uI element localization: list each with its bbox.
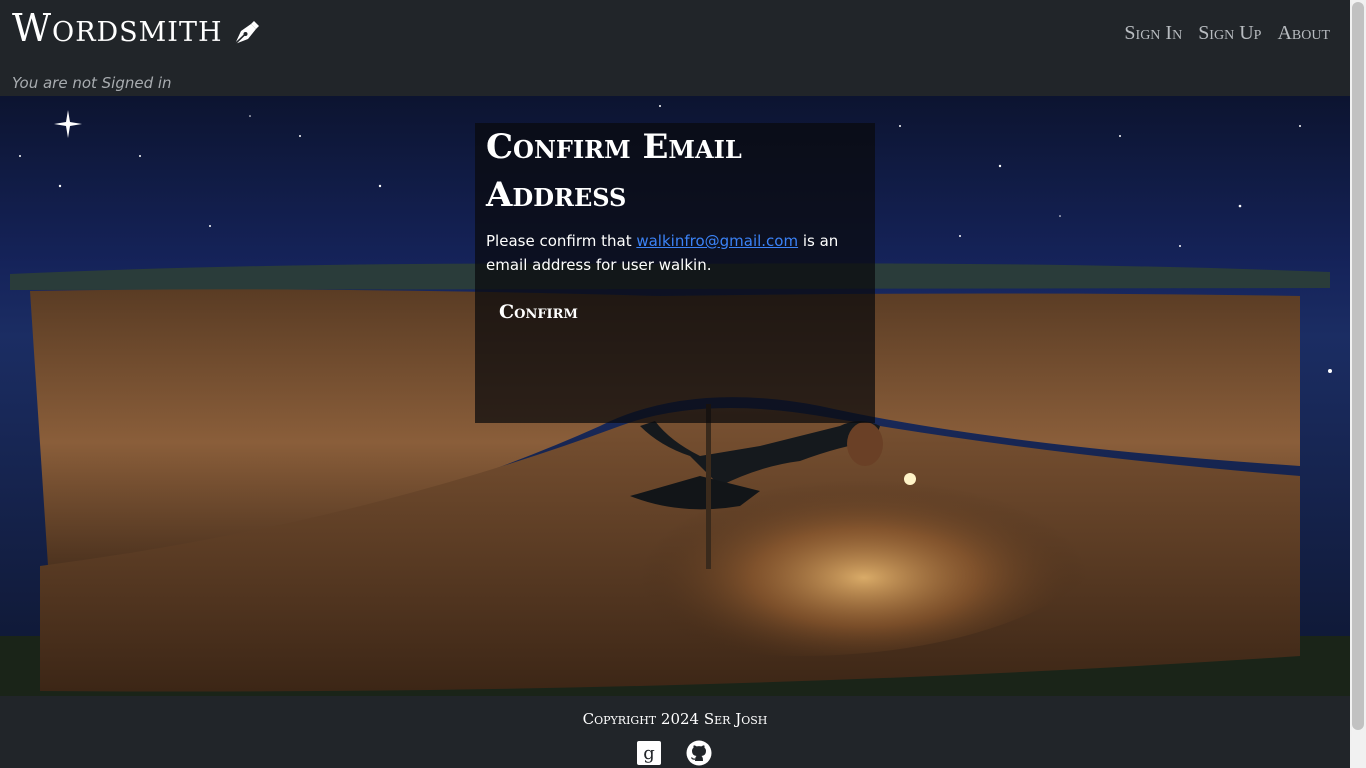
svg-text:g: g bbox=[643, 743, 655, 764]
confirm-email-card: Confirm Email Address Please confirm tha… bbox=[475, 123, 875, 423]
pen-nib-icon bbox=[231, 13, 261, 45]
scrollbar-thumb[interactable] bbox=[1352, 2, 1364, 730]
brand-link[interactable]: Wordsmith bbox=[12, 6, 261, 50]
confirm-button[interactable]: Confirm bbox=[489, 297, 588, 327]
sign-up-link[interactable]: Sign Up bbox=[1198, 22, 1261, 45]
footer: Copyright 2024 Ser Josh g bbox=[0, 696, 1350, 768]
about-link[interactable]: About bbox=[1277, 22, 1330, 45]
page-title: Confirm Email Address bbox=[486, 127, 742, 215]
page: Wordsmith Sign In Sign Up About You are … bbox=[0, 0, 1350, 768]
signin-status-text: You are not Signed in bbox=[12, 74, 172, 92]
page-scrollbar[interactable] bbox=[1350, 0, 1366, 768]
main-nav: Sign In Sign Up About bbox=[1124, 22, 1330, 45]
brand-title: Wordsmith bbox=[12, 6, 223, 50]
confirm-message: Please confirm that walkinfro@gmail.com … bbox=[486, 229, 861, 277]
goodreads-icon[interactable]: g bbox=[636, 740, 662, 766]
navbar: Wordsmith Sign In Sign Up About You are … bbox=[0, 0, 1350, 96]
github-icon[interactable] bbox=[686, 740, 712, 766]
copyright-text: Copyright 2024 Ser Josh bbox=[582, 710, 768, 728]
sign-in-link[interactable]: Sign In bbox=[1124, 22, 1182, 45]
confirm-message-prefix: Please confirm that bbox=[486, 232, 637, 250]
email-link[interactable]: walkinfro@gmail.com bbox=[636, 232, 798, 250]
social-links: g bbox=[636, 740, 712, 766]
